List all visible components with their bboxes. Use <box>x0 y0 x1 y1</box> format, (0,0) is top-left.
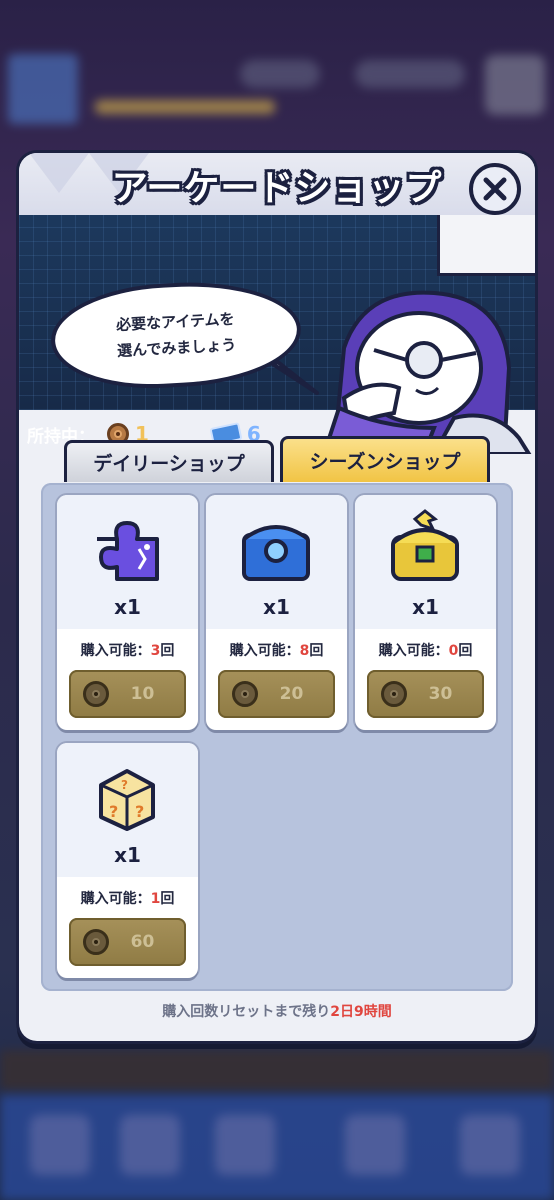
reset-label: 購入回数リセットまで残り <box>162 1004 331 1020</box>
tab-season-shop[interactable]: シーズンショップ <box>280 436 490 482</box>
purchase-limit-label: 購入可能： <box>378 643 449 659</box>
svg-text:?: ? <box>109 802 118 821</box>
coin-icon <box>83 929 109 955</box>
blue-chest-icon <box>242 525 310 581</box>
item-quantity: x1 <box>263 595 290 619</box>
background-avatar <box>8 54 78 124</box>
background-top-bar <box>0 40 554 140</box>
item-quantity: x1 <box>114 843 141 867</box>
coin-icon <box>83 681 109 707</box>
item-quantity: x1 <box>114 595 141 619</box>
purchase-limit-count: 3 <box>150 643 161 659</box>
purchase-limit-unit: 回 <box>309 643 324 659</box>
modal-header: アーケードショップ <box>19 153 535 215</box>
purchase-limit-label: 購入可能： <box>229 643 300 659</box>
purchase-limit: 購入可能：1回 <box>57 888 198 908</box>
npc-character <box>321 290 532 454</box>
purchase-limit-unit: 回 <box>458 643 473 659</box>
tab-daily-shop[interactable]: デイリーショップ <box>64 440 274 482</box>
item-price: 60 <box>130 932 155 952</box>
background-strip <box>0 1050 554 1090</box>
item-price: 10 <box>130 684 155 704</box>
purchase-limit: 購入可能：3回 <box>57 640 198 660</box>
buy-button[interactable]: 30 <box>367 670 484 718</box>
arcade-shop-modal: 必要なアイテムを 選んでみましょう 所持中： 1 6 アーケードショップ デイリ… <box>19 153 535 1041</box>
item-price: 30 <box>428 684 453 704</box>
shop-item-card[interactable]: ? ? ? x1 購入可能：1回 60 <box>57 743 198 978</box>
background-bottom-nav <box>0 1040 554 1200</box>
shop-item-card[interactable]: x1 購入可能：3回 10 <box>57 495 198 730</box>
purchase-limit-count: 8 <box>299 643 310 659</box>
background-nav-item <box>345 1115 405 1175</box>
svg-text:?: ? <box>121 778 128 792</box>
buy-button[interactable]: 20 <box>218 670 335 718</box>
buy-button[interactable]: 60 <box>69 918 186 966</box>
npc-banner: 必要なアイテムを 選んでみましょう 所持中： 1 6 <box>19 195 535 454</box>
background-nav-item <box>460 1115 520 1175</box>
background-nav-item <box>215 1115 275 1175</box>
background-progress <box>95 100 275 114</box>
purchase-limit-label: 購入可能： <box>80 643 151 659</box>
gold-chest-icon <box>391 509 459 581</box>
item-quantity: x1 <box>412 595 439 619</box>
close-icon <box>483 177 507 201</box>
modal-title: アーケードショップ <box>111 168 443 209</box>
coin-icon <box>381 681 407 707</box>
coin-icon <box>232 681 258 707</box>
puzzle-piece-icon <box>97 521 159 581</box>
purchase-limit-label: 購入可能： <box>80 891 151 907</box>
speech-line-2: 選んでみましょう <box>116 335 237 361</box>
purchase-limit: 購入可能：8回 <box>206 640 347 660</box>
shop-item-card[interactable]: x1 購入可能：8回 20 <box>206 495 347 730</box>
reset-timer: 購入回数リセットまで残り2日9時間 <box>19 1001 535 1021</box>
reset-time: 2日9時間 <box>330 1004 392 1020</box>
background-currency-pill <box>240 60 320 88</box>
close-button[interactable] <box>469 163 521 215</box>
purchase-limit: 購入可能：0回 <box>355 640 496 660</box>
background-nav-item <box>30 1115 90 1175</box>
background-nav-item <box>120 1115 180 1175</box>
background-menu-button <box>485 55 545 115</box>
purchase-limit-count: 0 <box>448 643 459 659</box>
item-price: 20 <box>279 684 304 704</box>
purchase-limit-count: 1 <box>150 891 161 907</box>
shop-items-panel: x1 購入可能：3回 10 x1 購入可能：8回 20 x1 購入可能：0回 3… <box>41 483 513 991</box>
buy-button[interactable]: 10 <box>69 670 186 718</box>
background-currency-pill <box>355 60 465 88</box>
purchase-limit-unit: 回 <box>160 643 175 659</box>
svg-text:?: ? <box>135 802 144 821</box>
purchase-limit-unit: 回 <box>160 891 175 907</box>
shop-item-card[interactable]: x1 購入可能：0回 30 <box>355 495 496 730</box>
mystery-dice-icon: ? ? ? <box>99 769 155 831</box>
